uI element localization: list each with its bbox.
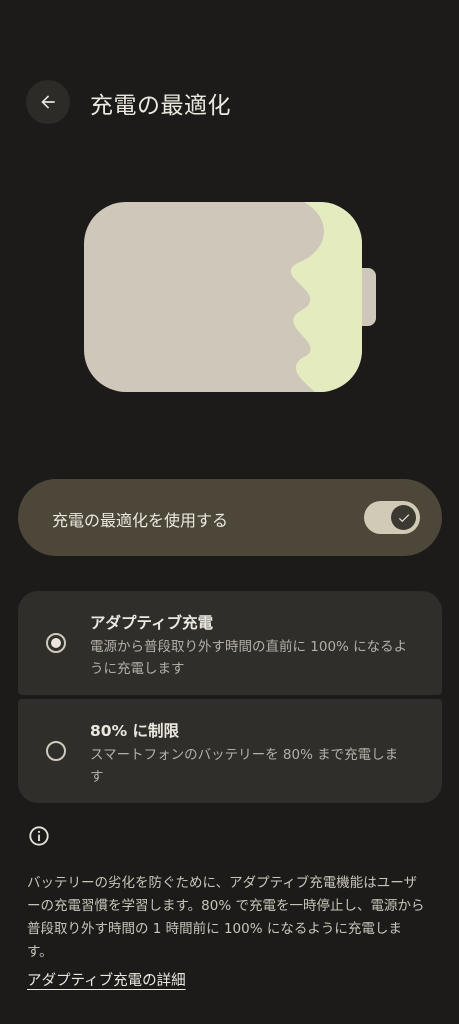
info-icon	[29, 826, 49, 846]
radio-limit-80[interactable]	[46, 741, 66, 761]
option-title: アダプティブ充電	[90, 614, 214, 632]
switch-thumb	[391, 505, 416, 530]
adaptive-charging-details-link[interactable]: アダプティブ充電の詳細	[27, 969, 186, 990]
option-limit-80[interactable]: 80% に制限 スマートフォンのバッテリーを 80% まで充電します	[18, 699, 442, 803]
check-icon	[398, 513, 409, 522]
info-text: バッテリーの劣化を防ぐために、アダプティブ充電機能はユーザーの充電習慣を学習しま…	[27, 875, 425, 960]
option-adaptive-charging[interactable]: アダプティブ充電 電源から普段取り外す時間の直前に 100% になるように充電し…	[18, 591, 442, 695]
optimize-charging-toggle-row[interactable]: 充電の最適化を使用する	[18, 479, 442, 556]
radio-adaptive-charging[interactable]	[46, 633, 66, 653]
option-title: 80% に制限	[90, 722, 179, 740]
battery-illustration	[84, 202, 376, 392]
option-description: 電源から普段取り外す時間の直前に 100% になるように充電します	[90, 639, 408, 677]
optimize-charging-switch[interactable]	[364, 501, 420, 534]
toggle-label: 充電の最適化を使用する	[52, 511, 229, 530]
option-description: スマートフォンのバッテリーを 80% まで充電します	[90, 747, 399, 785]
